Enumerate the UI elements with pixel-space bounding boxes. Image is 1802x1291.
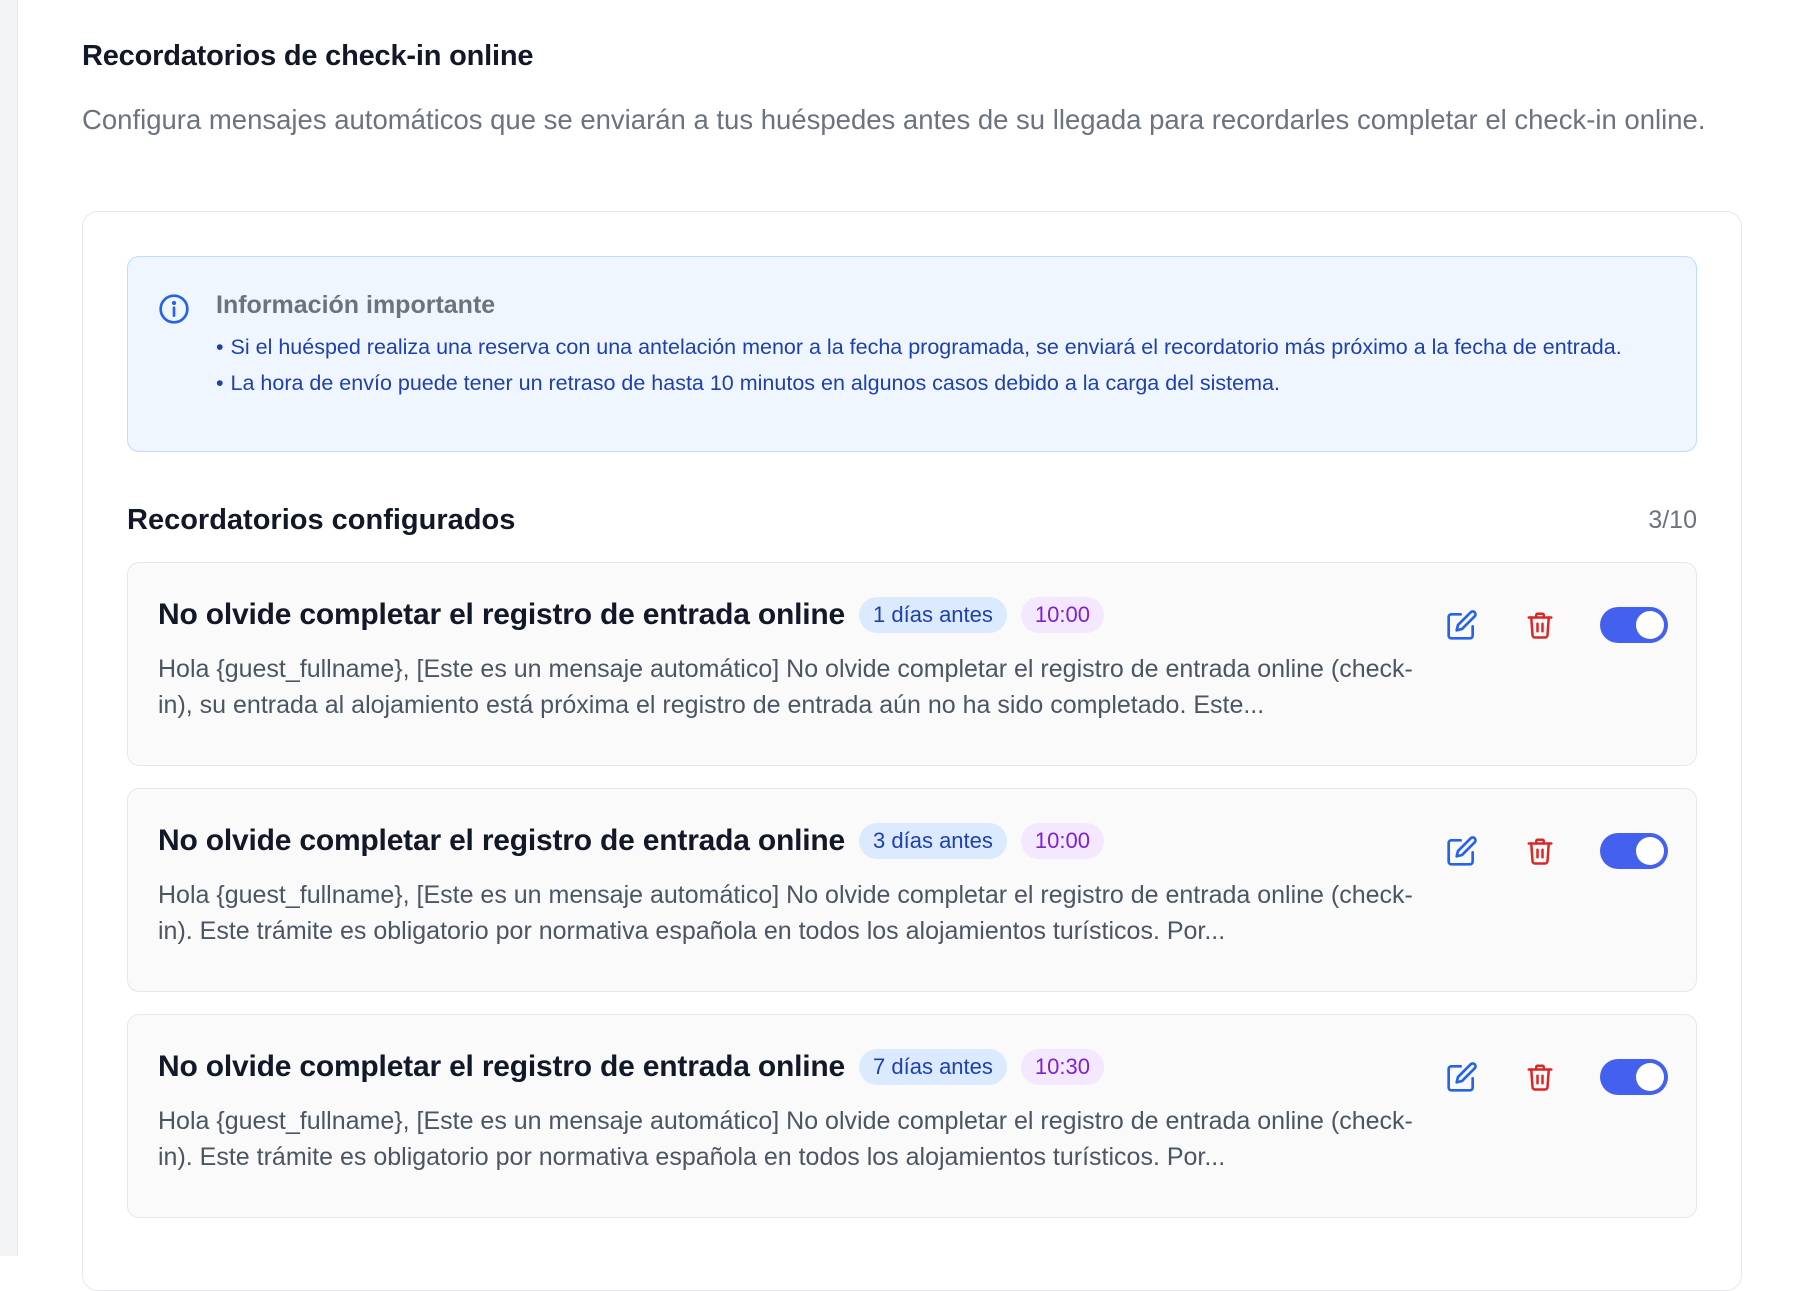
send-time-badge: 10:00: [1020, 597, 1104, 633]
reminder-header: No olvide completar el registro de entra…: [158, 1047, 1104, 1087]
info-box: Información importante • Si el huésped re…: [127, 256, 1697, 452]
info-list: • Si el huésped realiza una reserva con u…: [216, 333, 1656, 405]
edit-button[interactable]: [1442, 831, 1482, 871]
edit-button[interactable]: [1442, 1057, 1482, 1097]
reminder-header: No olvide completar el registro de entra…: [158, 821, 1104, 861]
info-title: Información importante: [216, 291, 496, 319]
reminder-item: No olvide completar el registro de entra…: [127, 788, 1697, 992]
reminder-item: No olvide completar el registro de entra…: [127, 562, 1697, 766]
left-rail: [0, 0, 18, 1256]
trash-icon: [1527, 838, 1553, 865]
reminder-actions: [1442, 605, 1668, 645]
page-description: Configura mensajes automáticos que se en…: [82, 104, 1706, 135]
edit-pencil-icon: [1447, 610, 1477, 640]
toggle-knob: [1636, 837, 1664, 865]
toggle-knob: [1636, 1063, 1664, 1091]
reminder-actions: [1442, 1057, 1668, 1097]
info-circle-icon: [159, 294, 189, 324]
enabled-toggle[interactable]: [1600, 833, 1668, 869]
reminder-message-preview: Hola {guest_fullname}, [Este es un mensa…: [158, 1107, 1413, 1171]
info-item: • La hora de envío puede tener un retraso…: [216, 371, 1280, 395]
reminder-header: No olvide completar el registro de entra…: [158, 595, 1104, 635]
days-before-badge: 1 días antes: [859, 597, 1007, 633]
reminders-page: Recordatorios de check-in online Configu…: [82, 0, 1742, 1291]
reminders-list: No olvide completar el registro de entra…: [127, 562, 1697, 1240]
trash-icon: [1527, 612, 1553, 639]
reminder-message-preview: Hola {guest_fullname}, [Este es un mensa…: [158, 881, 1413, 945]
reminder-title: No olvide completar el registro de entra…: [158, 598, 846, 631]
delete-button[interactable]: [1520, 1057, 1560, 1097]
edit-pencil-icon: [1447, 836, 1477, 866]
toggle-knob: [1636, 611, 1664, 639]
days-before-badge: 3 días antes: [859, 823, 1007, 859]
reminder-title: No olvide completar el registro de entra…: [158, 824, 846, 857]
reminder-message-preview: Hola {guest_fullname}, [Este es un mensa…: [158, 655, 1413, 719]
delete-button[interactable]: [1520, 605, 1560, 645]
delete-button[interactable]: [1520, 831, 1560, 871]
days-before-badge: 7 días antes: [859, 1049, 1007, 1085]
reminder-actions: [1442, 831, 1668, 871]
info-item: • Si el huésped realiza una reserva con u…: [216, 335, 1622, 359]
page-title: Recordatorios de check-in online: [82, 40, 534, 72]
edit-button[interactable]: [1442, 605, 1482, 645]
reminder-title: No olvide completar el registro de entra…: [158, 1050, 846, 1083]
reminders-section-header: Recordatorios configurados 3/10: [127, 502, 1697, 542]
edit-pencil-icon: [1447, 1062, 1477, 1092]
send-time-badge: 10:00: [1020, 823, 1104, 859]
enabled-toggle[interactable]: [1600, 607, 1668, 643]
enabled-toggle[interactable]: [1600, 1059, 1668, 1095]
trash-icon: [1527, 1064, 1553, 1091]
send-time-badge: 10:30: [1020, 1049, 1104, 1085]
settings-card: Información importante • Si el huésped re…: [82, 211, 1742, 1291]
reminders-count: 3/10: [1648, 506, 1697, 534]
reminder-item: No olvide completar el registro de entra…: [127, 1014, 1697, 1218]
section-title: Recordatorios configurados: [127, 504, 516, 536]
